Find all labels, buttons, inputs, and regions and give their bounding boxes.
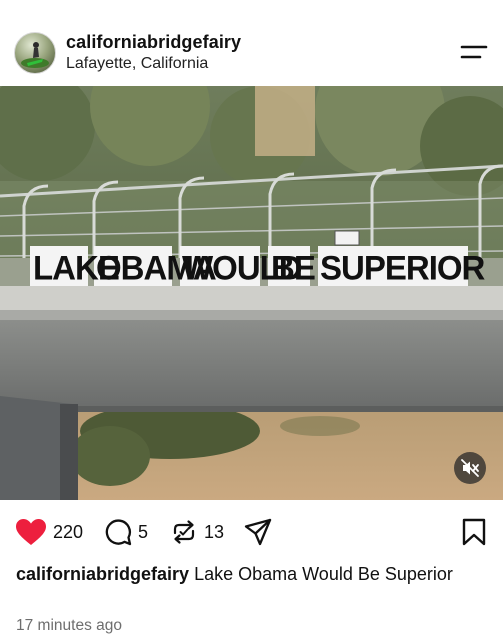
- post-location[interactable]: Lafayette, California: [66, 55, 208, 73]
- share-icon: [244, 518, 272, 546]
- mute-button[interactable]: [454, 452, 486, 484]
- post-username[interactable]: californiabridgefairy: [66, 32, 241, 53]
- like-count[interactable]: 220: [53, 522, 83, 543]
- caption-text: Lake Obama Would Be Superior: [194, 564, 453, 584]
- share-button[interactable]: [243, 510, 273, 554]
- action-bar: 220 5 13: [0, 510, 503, 554]
- comment-button[interactable]: 5: [104, 510, 148, 554]
- comment-count[interactable]: 5: [138, 522, 148, 543]
- repost-icon: [173, 520, 195, 544]
- like-button[interactable]: 220: [15, 510, 83, 554]
- avatar-image: [21, 42, 49, 68]
- post-header: californiabridgefairy Lafayette, Califor…: [0, 0, 503, 86]
- repost-count[interactable]: 13: [204, 522, 224, 543]
- bridge-photo: [0, 86, 503, 500]
- post-media[interactable]: LAKE OBAMA WOULD BE SUPERIOR: [0, 86, 503, 500]
- mute-icon: [461, 459, 479, 477]
- post-timestamp: 17 minutes ago: [16, 617, 122, 634]
- save-icon[interactable]: [461, 518, 487, 546]
- repost-button[interactable]: 13: [170, 510, 224, 554]
- post-caption: californiabridgefairy Lake Obama Would B…: [16, 561, 486, 587]
- menu-icon[interactable]: [460, 42, 488, 62]
- avatar[interactable]: [14, 32, 56, 74]
- sign-word: SUPERIOR: [320, 248, 485, 287]
- caption-username[interactable]: californiabridgefairy: [16, 564, 189, 584]
- heart-icon: [16, 519, 46, 545]
- comment-icon: [105, 519, 132, 546]
- sign-word: BE: [271, 248, 316, 287]
